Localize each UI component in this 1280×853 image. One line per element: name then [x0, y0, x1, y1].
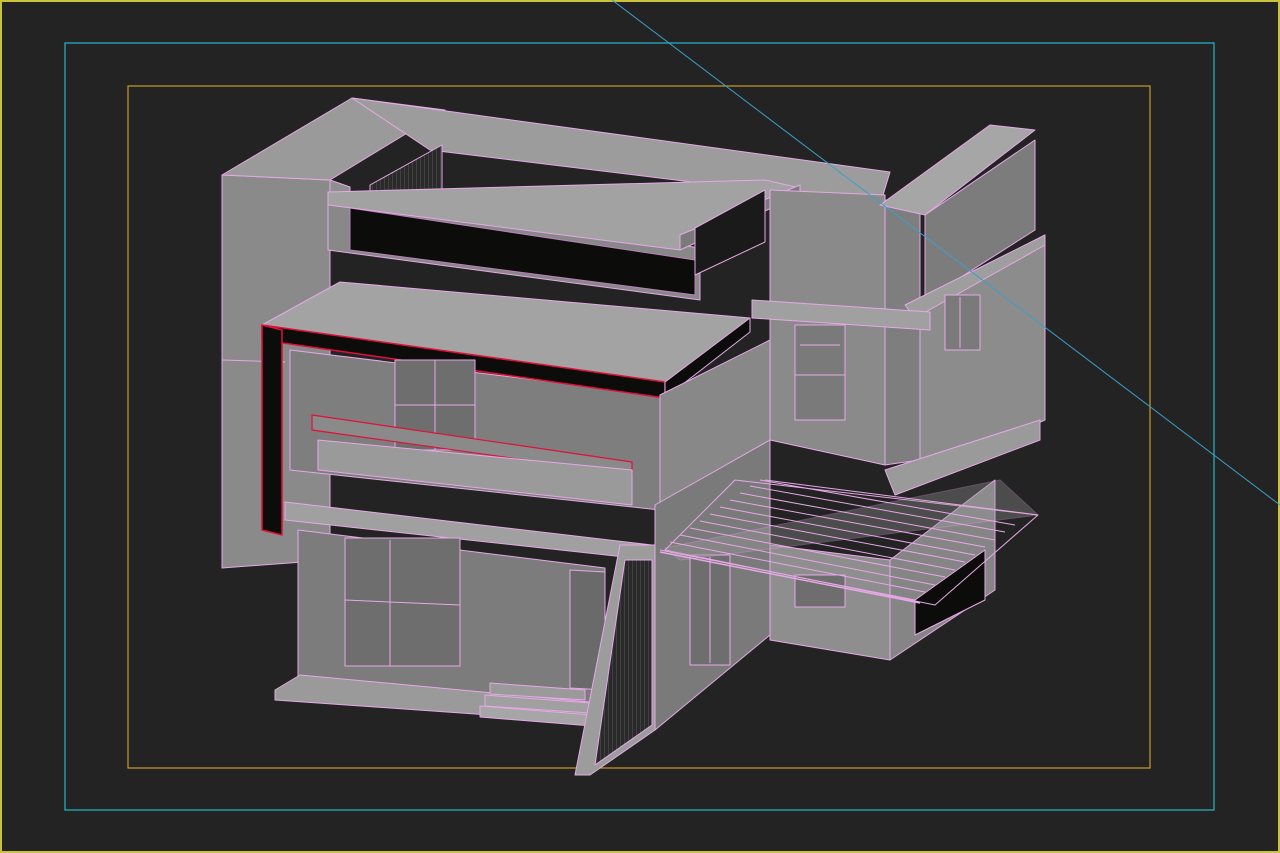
window-right-upper — [944, 294, 981, 351]
entrance-steps[interactable] — [479, 682, 593, 727]
house-model[interactable] — [221, 97, 1046, 776]
window-tower — [794, 324, 846, 421]
balcony-left-column — [261, 324, 283, 536]
window-ground-left — [344, 537, 461, 667]
scene-canvas[interactable] — [0, 0, 1280, 853]
tower-side — [884, 199, 921, 466]
window-right-wing — [689, 554, 731, 666]
3d-viewport[interactable] — [0, 0, 1280, 853]
